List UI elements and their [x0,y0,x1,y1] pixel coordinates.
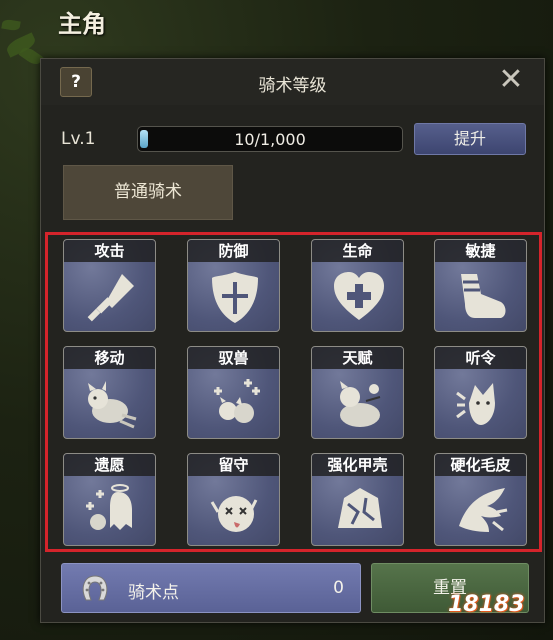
pets-plus-icon [206,375,264,433]
skill-tile[interactable]: 遗愿 [63,453,156,546]
skill-name: 敏捷 [435,240,526,262]
tab-normal-riding[interactable]: 普通骑术 [63,165,233,220]
skill-name: 留守 [188,454,279,476]
riding-points-label: 骑术点 [128,583,179,603]
pet-talent-icon [330,375,388,433]
skill-tile[interactable]: 攻击 [63,239,156,332]
ghost-pets-icon [82,482,140,540]
dialog-header: ? 骑术等级 ✕ [41,59,544,105]
skill-name: 听令 [435,347,526,369]
skill-tile[interactable]: 听令 [434,346,527,439]
level-progress-text: 10/1,000 [234,130,306,149]
dizzy-pet-icon [206,482,264,540]
skill-tile[interactable]: 强化甲壳 [311,453,404,546]
skill-name: 生命 [312,240,403,262]
watermark-logo: 18183 [448,592,525,617]
skill-tile[interactable]: 驭兽 [187,346,280,439]
skill-grid-highlight: 攻击 防御 生命 敏捷移动 驭兽 天赋 听令遗愿 留守 强化甲壳 硬化毛皮 [45,232,542,552]
boot-icon [453,268,511,326]
skill-tile[interactable]: 移动 [63,346,156,439]
sword-icon [82,268,140,326]
level-progress-bar: 10/1,000 [137,126,403,152]
skill-tile[interactable]: 防御 [187,239,280,332]
heart-plus-icon [330,268,388,326]
skill-tile[interactable]: 天赋 [311,346,404,439]
wing-fur-icon [453,482,511,540]
screen-title: 主角 [58,10,106,38]
listening-pet-icon [453,375,511,433]
skill-tile[interactable]: 生命 [311,239,404,332]
skill-tile[interactable]: 敏捷 [434,239,527,332]
riding-level-dialog: ? 骑术等级 ✕ Lv.1 10/1,000 提升 普通骑术 攻击 防御 生命 敏捷移… [40,58,545,623]
horseshoe-icon [80,574,110,602]
skill-name: 遗愿 [64,454,155,476]
skill-tile[interactable]: 硬化毛皮 [434,453,527,546]
level-label: Lv.1 [61,129,96,149]
skill-name: 攻击 [64,240,155,262]
dialog-title: 骑术等级 [258,76,327,96]
shield-icon [206,268,264,326]
skill-name: 防御 [188,240,279,262]
riding-points-value: 0 [333,578,344,598]
skill-name: 天赋 [312,347,403,369]
riding-points-box: 骑术点 0 [61,563,361,613]
skill-name: 移动 [64,347,155,369]
cracked-shell-icon [330,482,388,540]
leaf-decoration [1,18,21,32]
close-icon[interactable]: ✕ [496,65,526,95]
skill-name: 硬化毛皮 [435,454,526,476]
skill-tile[interactable]: 留守 [187,453,280,546]
upgrade-button[interactable]: 提升 [414,123,526,155]
skill-name: 驭兽 [188,347,279,369]
skill-name: 强化甲壳 [312,454,403,476]
running-pet-icon [82,375,140,433]
